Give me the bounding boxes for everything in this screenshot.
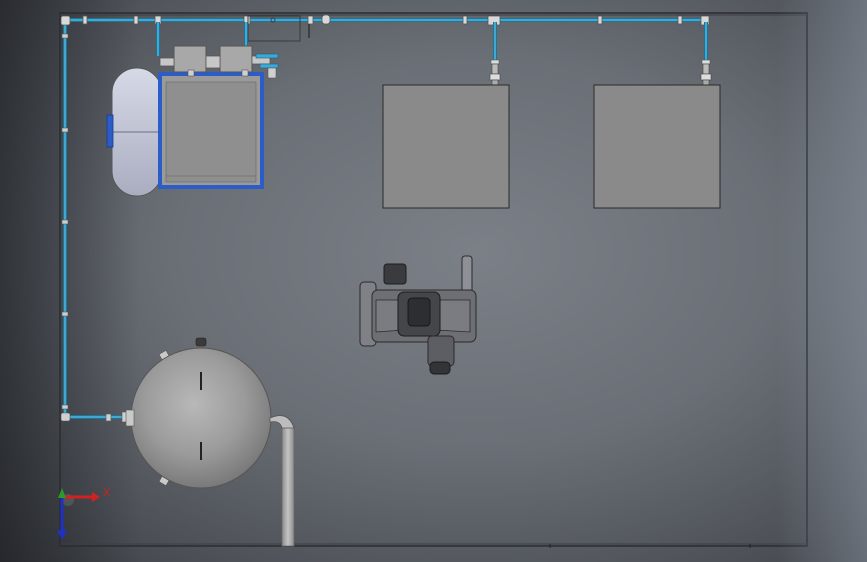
pressure-tank[interactable] xyxy=(125,337,272,489)
triad-x-label: X xyxy=(103,487,111,499)
exhaust-pipe[interactable] xyxy=(269,415,295,547)
robot-machine[interactable] xyxy=(359,255,477,375)
model-canvas[interactable] xyxy=(0,0,867,562)
workstation-panel-2[interactable] xyxy=(593,84,721,209)
workstation-panel-1[interactable] xyxy=(382,84,510,209)
air-compressor-unit[interactable] xyxy=(106,45,279,197)
cad-viewport[interactable]: X xyxy=(0,0,867,562)
axis-triad-icon[interactable] xyxy=(57,488,100,540)
air-drop-1[interactable] xyxy=(489,22,501,87)
air-drop-2[interactable] xyxy=(700,22,712,87)
